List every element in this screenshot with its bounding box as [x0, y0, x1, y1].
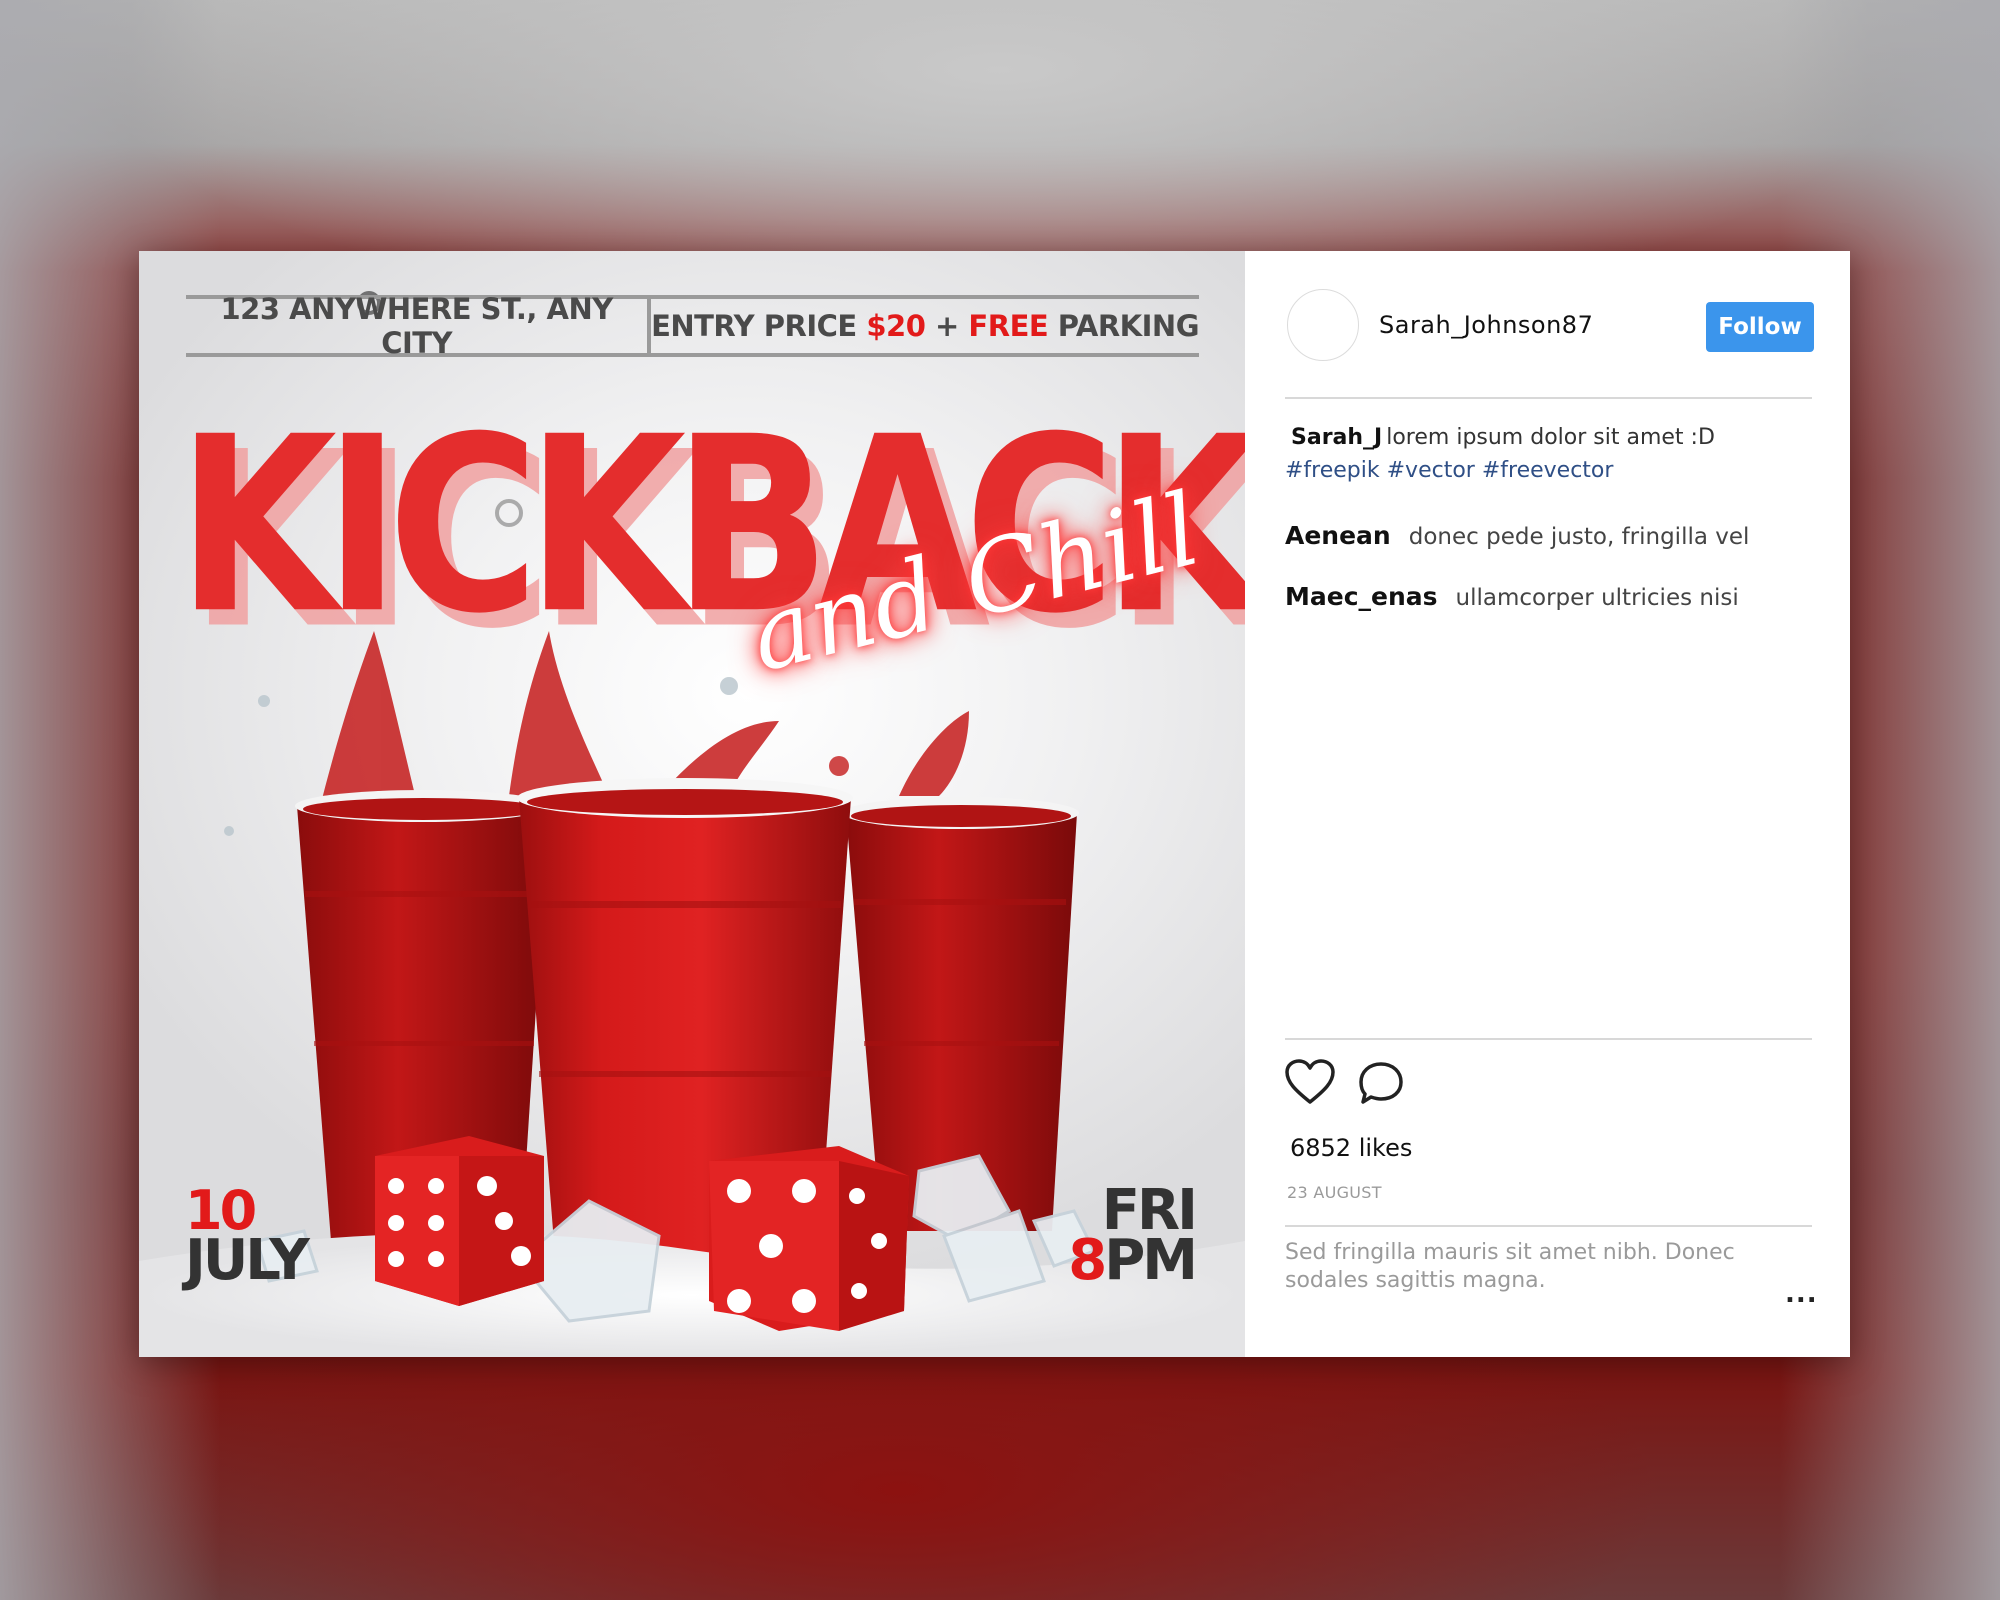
- header-divider: [1285, 397, 1812, 399]
- add-comment-input[interactable]: Sed fringilla mauris sit amet nibh. Done…: [1285, 1239, 1765, 1295]
- avatar[interactable]: [1287, 289, 1359, 361]
- actions-divider: [1285, 1038, 1812, 1040]
- parking-label: PARKING: [1057, 309, 1200, 343]
- comment-item: Aenean donec pede justo, fringilla vel: [1285, 521, 1749, 550]
- follow-button[interactable]: Follow: [1706, 302, 1814, 352]
- event-poster-image: 123 ANYWHERE ST., ANY CITY ENTRY PRICE $…: [139, 251, 1245, 1357]
- caption-hashtags[interactable]: #freepik #vector #freevector: [1285, 458, 1613, 483]
- comment-text: ullamcorper ultricies nisi: [1455, 585, 1739, 611]
- post-side-panel: Sarah_Johnson87 Follow Sarah_J lorem ipsu…: [1245, 251, 1850, 1357]
- event-date-month: JULY: [185, 1228, 310, 1293]
- entry-price: $20: [866, 309, 926, 343]
- event-time: FRI 8PM: [1068, 1183, 1198, 1289]
- event-date: 10 JULY: [185, 1184, 310, 1293]
- event-hour: 8PM: [1068, 1233, 1198, 1289]
- event-info-bar: 123 ANYWHERE ST., ANY CITY ENTRY PRICE $…: [186, 292, 1200, 360]
- red-die-right: [709, 1146, 909, 1331]
- post-username[interactable]: Sarah_Johnson87: [1379, 311, 1593, 339]
- comment-divider: [1285, 1225, 1812, 1227]
- heart-icon[interactable]: [1285, 1059, 1335, 1105]
- event-hour-suffix: PM: [1104, 1228, 1198, 1293]
- comment-username[interactable]: Maec_enas: [1285, 582, 1438, 611]
- free-label: FREE: [968, 309, 1049, 343]
- entry-price-text: ENTRY PRICE $20 + FREE PARKING: [651, 309, 1199, 343]
- comment-icon[interactable]: [1358, 1061, 1404, 1105]
- comment-item: Maec_enas ullamcorper ultricies nisi: [1285, 582, 1739, 611]
- likes-count[interactable]: 6852 likes: [1290, 1134, 1412, 1162]
- post-date: 23 AUGUST: [1287, 1183, 1382, 1202]
- event-address: 123 ANYWHERE ST., ANY CITY: [220, 292, 614, 360]
- caption-username[interactable]: Sarah_J: [1291, 425, 1382, 450]
- post-caption: Sarah_J lorem ipsum dolor sit amet :D #fr…: [1285, 421, 1815, 487]
- caption-text: lorem ipsum dolor sit amet :D: [1386, 425, 1715, 450]
- entry-label: ENTRY PRICE: [651, 309, 857, 343]
- comment-username[interactable]: Aenean: [1285, 521, 1391, 550]
- event-hour-number: 8: [1068, 1228, 1107, 1293]
- red-die-left: [375, 1136, 544, 1306]
- social-post-card: 123 ANYWHERE ST., ANY CITY ENTRY PRICE $…: [139, 251, 1850, 1357]
- entry-plus: +: [935, 309, 959, 343]
- more-options-icon[interactable]: ...: [1785, 1281, 1818, 1307]
- comment-text: donec pede justo, fringilla vel: [1408, 524, 1750, 550]
